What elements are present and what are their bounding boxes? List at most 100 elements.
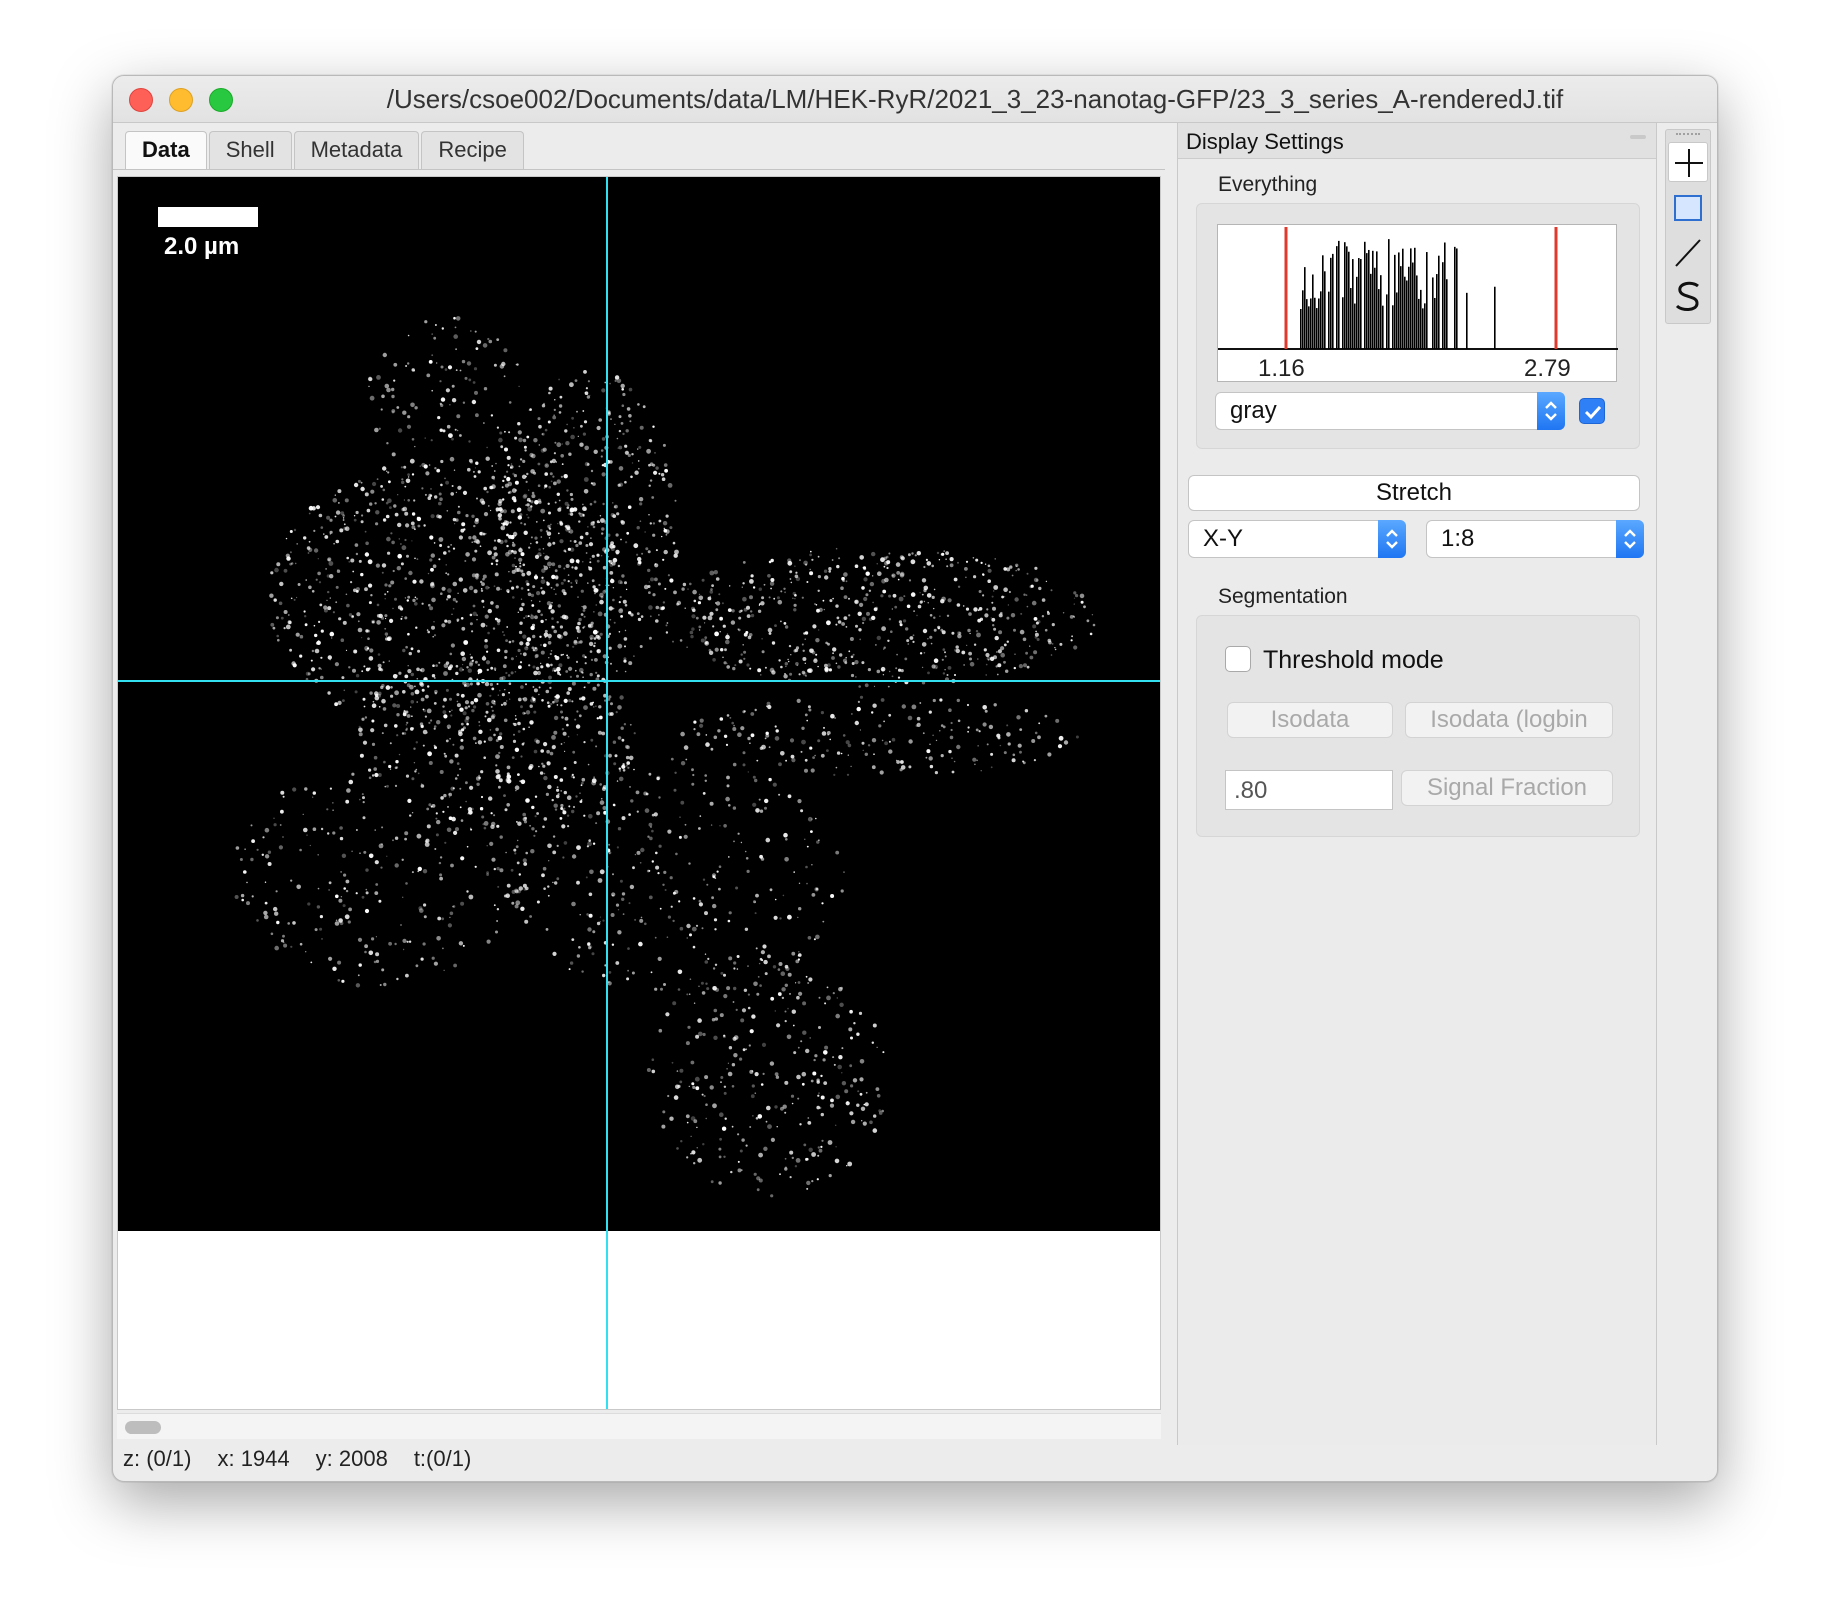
speckle-dot: [927, 638, 929, 640]
speckle-dot: [445, 388, 450, 393]
tab-shell[interactable]: Shell: [208, 131, 292, 169]
speckle-dot: [926, 561, 932, 566]
rectangle-select-icon[interactable]: [1668, 188, 1708, 228]
speckle-dot: [649, 836, 653, 841]
speckle-dot: [659, 606, 663, 611]
speckle-dot: [827, 663, 831, 667]
speckle-dot: [508, 682, 512, 685]
speckle-dot: [849, 637, 854, 641]
isodata-logbin-button[interactable]: Isodata (logbin: [1405, 702, 1613, 738]
speckle-dot: [540, 613, 543, 617]
speckle-dot: [443, 551, 447, 555]
speckle-dot: [973, 643, 977, 646]
speckle-dot: [422, 744, 425, 747]
line-tool-icon[interactable]: [1668, 232, 1708, 272]
speckle-dot: [522, 697, 525, 700]
speckle-dot: [459, 787, 462, 790]
speckle-dot: [306, 834, 308, 836]
speckle-dot: [989, 656, 995, 661]
signal-fraction-button[interactable]: Signal Fraction: [1401, 770, 1613, 806]
speckle-dot: [385, 685, 391, 690]
speckle-dot: [601, 388, 606, 393]
histogram-bin: [1300, 308, 1302, 349]
tab-recipe[interactable]: Recipe: [421, 131, 524, 169]
tab-metadata[interactable]: Metadata: [293, 131, 420, 169]
speckle-dot: [836, 751, 841, 755]
speckle-dot: [674, 499, 677, 502]
speckle-dot: [982, 722, 987, 727]
tab-data[interactable]: Data: [125, 131, 207, 169]
speckle-dot: [842, 579, 845, 582]
speckle-dot: [706, 883, 709, 886]
speckle-dot: [617, 736, 622, 740]
speckle-dot: [501, 522, 503, 525]
crosshair-vertical[interactable]: [606, 177, 608, 1409]
speckle-dot: [542, 866, 547, 871]
image-viewer[interactable]: 2.0 µm: [117, 176, 1161, 1410]
palette-grip[interactable]: [1676, 133, 1700, 136]
speckle-dot: [566, 795, 572, 800]
speckle-dot: [698, 593, 701, 596]
speckle-dot: [452, 607, 455, 610]
speckle-dot: [944, 651, 946, 654]
speckle-dot: [796, 664, 799, 667]
speckle-dot: [754, 708, 757, 712]
speckle-dot: [519, 562, 522, 565]
speckle-dot: [493, 867, 496, 871]
speckle-dot: [579, 640, 583, 644]
speckle-dot: [602, 919, 605, 922]
speckle-dot: [731, 1063, 736, 1067]
speckle-dot: [525, 798, 530, 803]
speckle-dot: [405, 478, 411, 484]
speckle-dot: [623, 637, 628, 641]
speckle-dot: [649, 615, 652, 618]
colormap-enabled-checkbox[interactable]: [1579, 398, 1605, 424]
speckle-dot: [525, 683, 527, 686]
speckle-dot: [251, 839, 256, 843]
signal-fraction-input[interactable]: .80: [1225, 770, 1393, 810]
speckle-dot: [439, 544, 443, 547]
speckle-dot: [402, 648, 406, 653]
horizontal-scrollbar[interactable]: [117, 1413, 1161, 1439]
speckle-dot: [624, 581, 627, 585]
crosshair-icon[interactable]: [1668, 142, 1708, 182]
colormap-select[interactable]: gray: [1215, 392, 1565, 430]
speckle-dot: [498, 785, 501, 789]
microscopy-image[interactable]: 2.0 µm: [118, 177, 1160, 1231]
speckle-dot: [366, 508, 371, 513]
isodata-button[interactable]: Isodata: [1227, 702, 1393, 738]
speckle-dot: [827, 734, 829, 736]
speckle-dot: [848, 614, 851, 617]
freehand-s-icon[interactable]: [1668, 276, 1708, 316]
speckle-dot: [430, 439, 433, 442]
speckle-dot: [856, 1103, 860, 1107]
speckle-dot: [565, 564, 570, 568]
speckle-dot: [611, 578, 613, 581]
speckle-dot: [940, 754, 944, 758]
speckle-dot: [432, 564, 437, 568]
threshold-mode-checkbox[interactable]: [1225, 646, 1251, 672]
speckle-dot: [530, 536, 533, 539]
speckle-dot: [332, 966, 337, 971]
speckle-dot: [469, 622, 473, 626]
speckle-dot: [1063, 740, 1069, 745]
speckle-dot: [457, 592, 459, 594]
speckle-dot: [438, 661, 441, 664]
speckle-dot: [655, 865, 660, 870]
stretch-button[interactable]: Stretch: [1188, 475, 1640, 511]
speckle-dot: [528, 489, 530, 491]
speckle-dot: [386, 855, 388, 857]
zoom-ratio-select[interactable]: 1:8: [1426, 520, 1644, 558]
collapse-panel-button[interactable]: [1630, 135, 1646, 139]
crosshair-horizontal[interactable]: [118, 680, 1160, 682]
speckle-dot: [396, 674, 398, 677]
histogram[interactable]: 1.16 2.79: [1217, 224, 1618, 382]
speckle-dot: [371, 937, 375, 941]
speckle-dot: [283, 943, 288, 948]
slice-view-select[interactable]: X-Y: [1188, 520, 1406, 558]
scrollbar-thumb[interactable]: [125, 1421, 161, 1434]
speckle-dot: [887, 685, 890, 688]
speckle-dot: [683, 745, 689, 750]
speckle-dot: [728, 1046, 733, 1050]
speckle-dot: [769, 667, 775, 673]
